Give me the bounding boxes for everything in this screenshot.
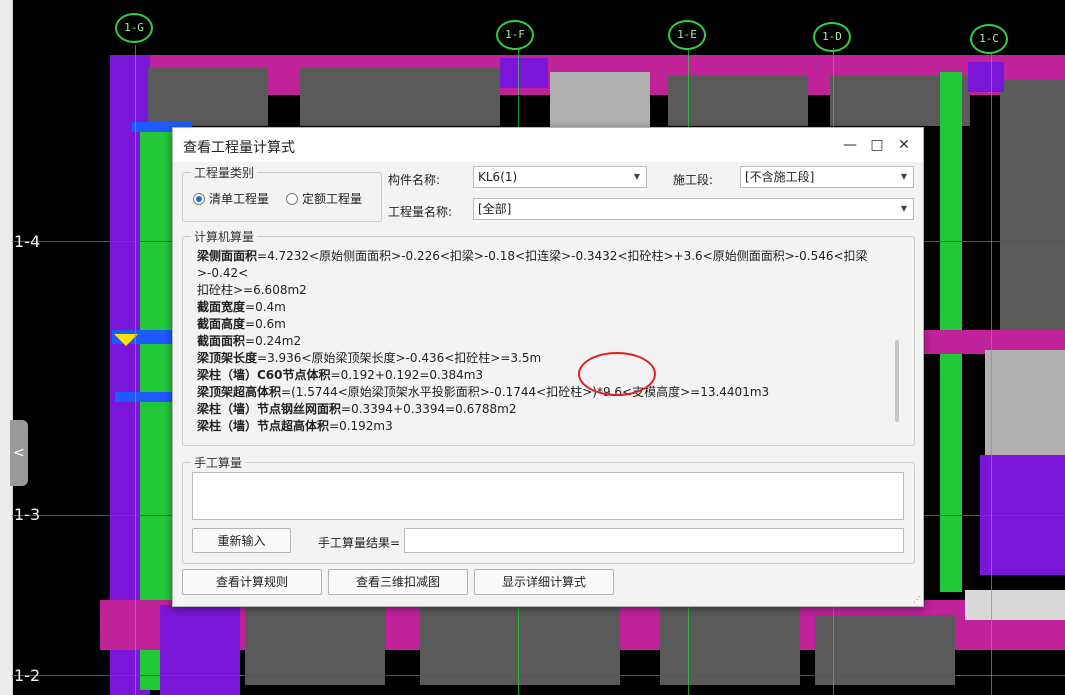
formula-line: 截面高度=0.6m <box>197 317 286 331</box>
chevron-down-icon: ▼ <box>633 172 640 181</box>
close-button[interactable]: ✕ <box>891 134 917 156</box>
radio-list-quantity[interactable]: 清单工程量 <box>193 190 269 207</box>
chevron-down-icon: ▼ <box>900 204 907 213</box>
radio-label: 清单工程量 <box>209 192 270 206</box>
beam-highlight <box>115 392 175 402</box>
slab-block <box>965 590 1065 620</box>
left-panel-strip <box>0 0 13 695</box>
construction-section-value: [不含施工段] <box>745 170 815 184</box>
slab-block <box>1000 80 1065 340</box>
quantity-name-label: 工程量名称: <box>388 205 453 219</box>
slab-block <box>420 605 620 685</box>
axis-bubble: 1-E <box>668 20 706 50</box>
manual-result-label: 手工算量结果= <box>318 536 401 550</box>
formula-line: 梁侧面面积=4.7232<原始侧面面积>-0.226<扣梁>-0.18<扣连梁>… <box>197 249 868 280</box>
maximize-button[interactable]: □ <box>864 134 890 156</box>
manual-result-input[interactable] <box>404 528 904 553</box>
dialog-title: 查看工程量计算式 <box>183 140 295 156</box>
slab-block <box>660 605 800 685</box>
formula-scrollbar[interactable] <box>895 248 901 432</box>
quantity-type-legend: 工程量类别 <box>191 164 258 181</box>
quantity-formula-dialog: 查看工程量计算式 — □ ✕ 工程量类别 清单工程量 定额工程量 构件名称: K… <box>172 127 924 607</box>
slab-block <box>300 68 500 126</box>
construction-section-label: 施工段: <box>673 173 714 187</box>
column-block <box>500 58 548 88</box>
component-name-label: 构件名称: <box>388 173 441 187</box>
quantity-name-select[interactable]: [全部] ▼ <box>473 198 914 220</box>
computed-formula-text[interactable]: 梁侧面面积=4.7232<原始侧面面积>-0.226<扣梁>-0.18<扣连梁>… <box>197 248 897 432</box>
formula-line: 梁顶架超高体积=(1.5744<原始梁顶架水平投影面积>-0.1744<扣砼柱>… <box>197 385 770 399</box>
axis-bubble: 1-F <box>496 20 534 50</box>
formula-line: 梁柱（墙）节点钢丝网面积=0.3394+0.3394=0.6788m2 <box>197 402 517 416</box>
column-block <box>968 62 1004 92</box>
formula-line: 扣砼柱>=6.608m2 <box>197 283 307 297</box>
slab-block <box>985 350 1065 460</box>
axis-label: 1-3 <box>14 505 41 524</box>
radio-label: 定额工程量 <box>302 192 363 206</box>
slab-block <box>668 76 808 126</box>
axis-label: 1-4 <box>14 232 41 251</box>
show-detail-formula-button[interactable]: 显示详细计算式 <box>474 569 614 595</box>
axis-label: 1-2 <box>14 666 41 685</box>
slab-block <box>550 72 650 127</box>
radio-unselected-icon <box>286 192 298 205</box>
formula-line: 截面面积=0.24m2 <box>197 334 302 348</box>
axis-bubble: 1-C <box>970 24 1008 54</box>
radio-selected-icon <box>193 192 205 205</box>
view-rules-button[interactable]: 查看计算规则 <box>182 569 322 595</box>
minimize-button[interactable]: — <box>837 134 863 156</box>
manual-quantity-textarea[interactable] <box>192 472 904 520</box>
scrollbar-thumb[interactable] <box>895 340 899 422</box>
resize-grip-icon[interactable]: ⋰ <box>913 596 921 604</box>
grid-line <box>12 675 1065 676</box>
formula-line: 梁柱（墙）节点超高体积=0.192m3 <box>197 419 393 432</box>
manual-quantity-legend: 手工算量 <box>191 454 246 471</box>
grid-line <box>135 45 136 695</box>
radio-quota-quantity[interactable]: 定额工程量 <box>286 190 362 207</box>
dialog-titlebar[interactable]: 查看工程量计算式 — □ ✕ <box>173 128 923 162</box>
computed-quantity-legend: 计算机算量 <box>191 228 258 245</box>
collapse-panel-handle[interactable]: < <box>10 420 28 486</box>
formula-line: 梁顶架长度=3.936<原始梁顶架长度>-0.436<扣砼柱>=3.5m <box>197 351 542 365</box>
slab-block <box>148 68 268 126</box>
formula-line: 截面宽度=0.4m <box>197 300 286 314</box>
column-block <box>160 605 240 695</box>
construction-section-select[interactable]: [不含施工段] ▼ <box>740 166 914 188</box>
axis-bubble: 1-G <box>115 13 153 43</box>
component-name-select[interactable]: KL6(1) ▼ <box>473 166 647 188</box>
quantity-name-value: [全部] <box>478 202 512 216</box>
red-annotation-circle <box>578 352 656 396</box>
axis-bubble: 1-D <box>813 22 851 52</box>
grid-line <box>991 52 992 695</box>
slab-block <box>245 605 385 685</box>
quantity-type-group: 工程量类别 清单工程量 定额工程量 <box>182 164 382 222</box>
reenter-button[interactable]: 重新输入 <box>192 528 291 553</box>
chevron-down-icon: ▼ <box>900 172 907 181</box>
view-3d-deduction-button[interactable]: 查看三维扣减图 <box>328 569 468 595</box>
component-name-value: KL6(1) <box>478 170 518 184</box>
formula-line: 梁柱（墙）C60节点体积=0.192+0.192=0.384m3 <box>197 368 484 382</box>
